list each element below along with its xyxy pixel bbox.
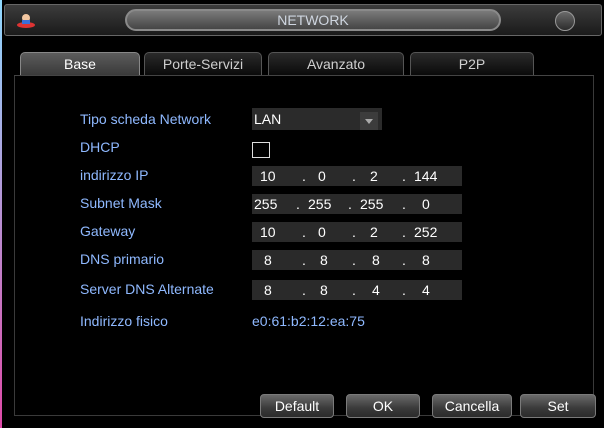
default-button[interactable]: Default	[260, 394, 334, 418]
subnet-octet[interactable]: 255	[360, 194, 383, 214]
subnet-mask-field[interactable]: 255 . 255 . 255 . 0	[252, 194, 462, 214]
ip-octet[interactable]: 144	[414, 166, 437, 186]
ip-octet[interactable]: 0	[318, 166, 326, 186]
tab-porte-servizi[interactable]: Porte-Servizi	[144, 52, 262, 76]
octet-separator: .	[402, 252, 406, 268]
octet-separator: .	[402, 168, 406, 184]
octet-separator: .	[352, 168, 356, 184]
dns-primary-field[interactable]: 8 . 8 . 8 . 8	[252, 250, 462, 270]
ip-octet[interactable]: 2	[370, 166, 378, 186]
tab-base[interactable]: Base	[20, 52, 140, 76]
network-type-value: LAN	[254, 111, 282, 127]
close-button[interactable]	[555, 11, 575, 31]
octet-separator: .	[296, 196, 300, 212]
octet-separator: .	[352, 282, 356, 298]
subnet-mask-label: Subnet Mask	[80, 195, 162, 211]
gateway-label: Gateway	[80, 223, 136, 239]
ip-address-label: indirizzo IP	[80, 167, 149, 183]
dns-octet[interactable]: 4	[422, 280, 430, 300]
dns-octet[interactable]: 8	[320, 280, 328, 300]
dns-octet[interactable]: 8	[264, 280, 272, 300]
cancel-button[interactable]: Cancella	[432, 394, 512, 418]
dhcp-label: DHCP	[80, 139, 120, 155]
gateway-octet[interactable]: 10	[260, 222, 276, 242]
subnet-octet[interactable]: 255	[308, 194, 331, 214]
dns-alternate-label: Server DNS Alternate	[80, 281, 214, 297]
network-type-label: Tipo scheda Network	[80, 111, 211, 127]
subnet-octet[interactable]: 0	[422, 194, 430, 214]
window-title: NETWORK	[125, 9, 501, 31]
ip-address-field[interactable]: 10 . 0 . 2 . 144	[252, 166, 462, 186]
window-edge	[0, 0, 2, 428]
title-bar: NETWORK	[4, 4, 602, 36]
tab-bar: Base Porte-Servizi Avanzato P2P	[14, 52, 594, 76]
set-button[interactable]: Set	[520, 394, 596, 418]
dns-octet[interactable]: 8	[320, 250, 328, 270]
dns-octet[interactable]: 8	[422, 250, 430, 270]
octet-separator: .	[302, 168, 306, 184]
octet-separator: .	[352, 252, 356, 268]
ip-octet[interactable]: 10	[260, 166, 276, 186]
octet-separator: .	[402, 282, 406, 298]
dns-primary-label: DNS primario	[80, 251, 165, 267]
chevron-down-icon[interactable]	[360, 112, 378, 130]
octet-separator: .	[402, 196, 406, 212]
octet-separator: .	[348, 196, 352, 212]
tab-avanzato[interactable]: Avanzato	[268, 52, 404, 76]
octet-separator: .	[402, 224, 406, 240]
octet-separator: .	[302, 224, 306, 240]
octet-separator: .	[302, 252, 306, 268]
dns-octet[interactable]: 4	[372, 280, 380, 300]
dns-octet[interactable]: 8	[264, 250, 272, 270]
octet-separator: .	[352, 224, 356, 240]
dns-alternate-field[interactable]: 8 . 8 . 4 . 4	[252, 280, 462, 300]
subnet-octet[interactable]: 255	[254, 194, 277, 214]
mac-address-value: e0:61:b2:12:ea:75	[252, 313, 365, 329]
gateway-field[interactable]: 10 . 0 . 2 . 252	[252, 222, 462, 242]
dns-octet[interactable]: 8	[372, 250, 380, 270]
app-logo-icon	[15, 11, 37, 29]
network-window: NETWORK Base Porte-Servizi Avanzato P2P …	[0, 0, 604, 428]
octet-separator: .	[302, 282, 306, 298]
gateway-octet[interactable]: 2	[370, 222, 378, 242]
ok-button[interactable]: OK	[346, 394, 420, 418]
dhcp-checkbox[interactable]	[252, 142, 270, 158]
gateway-octet[interactable]: 252	[414, 222, 437, 242]
mac-address-label: Indirizzo fisico	[80, 313, 168, 329]
tab-p2p[interactable]: P2P	[410, 52, 534, 76]
gateway-octet[interactable]: 0	[318, 222, 326, 242]
